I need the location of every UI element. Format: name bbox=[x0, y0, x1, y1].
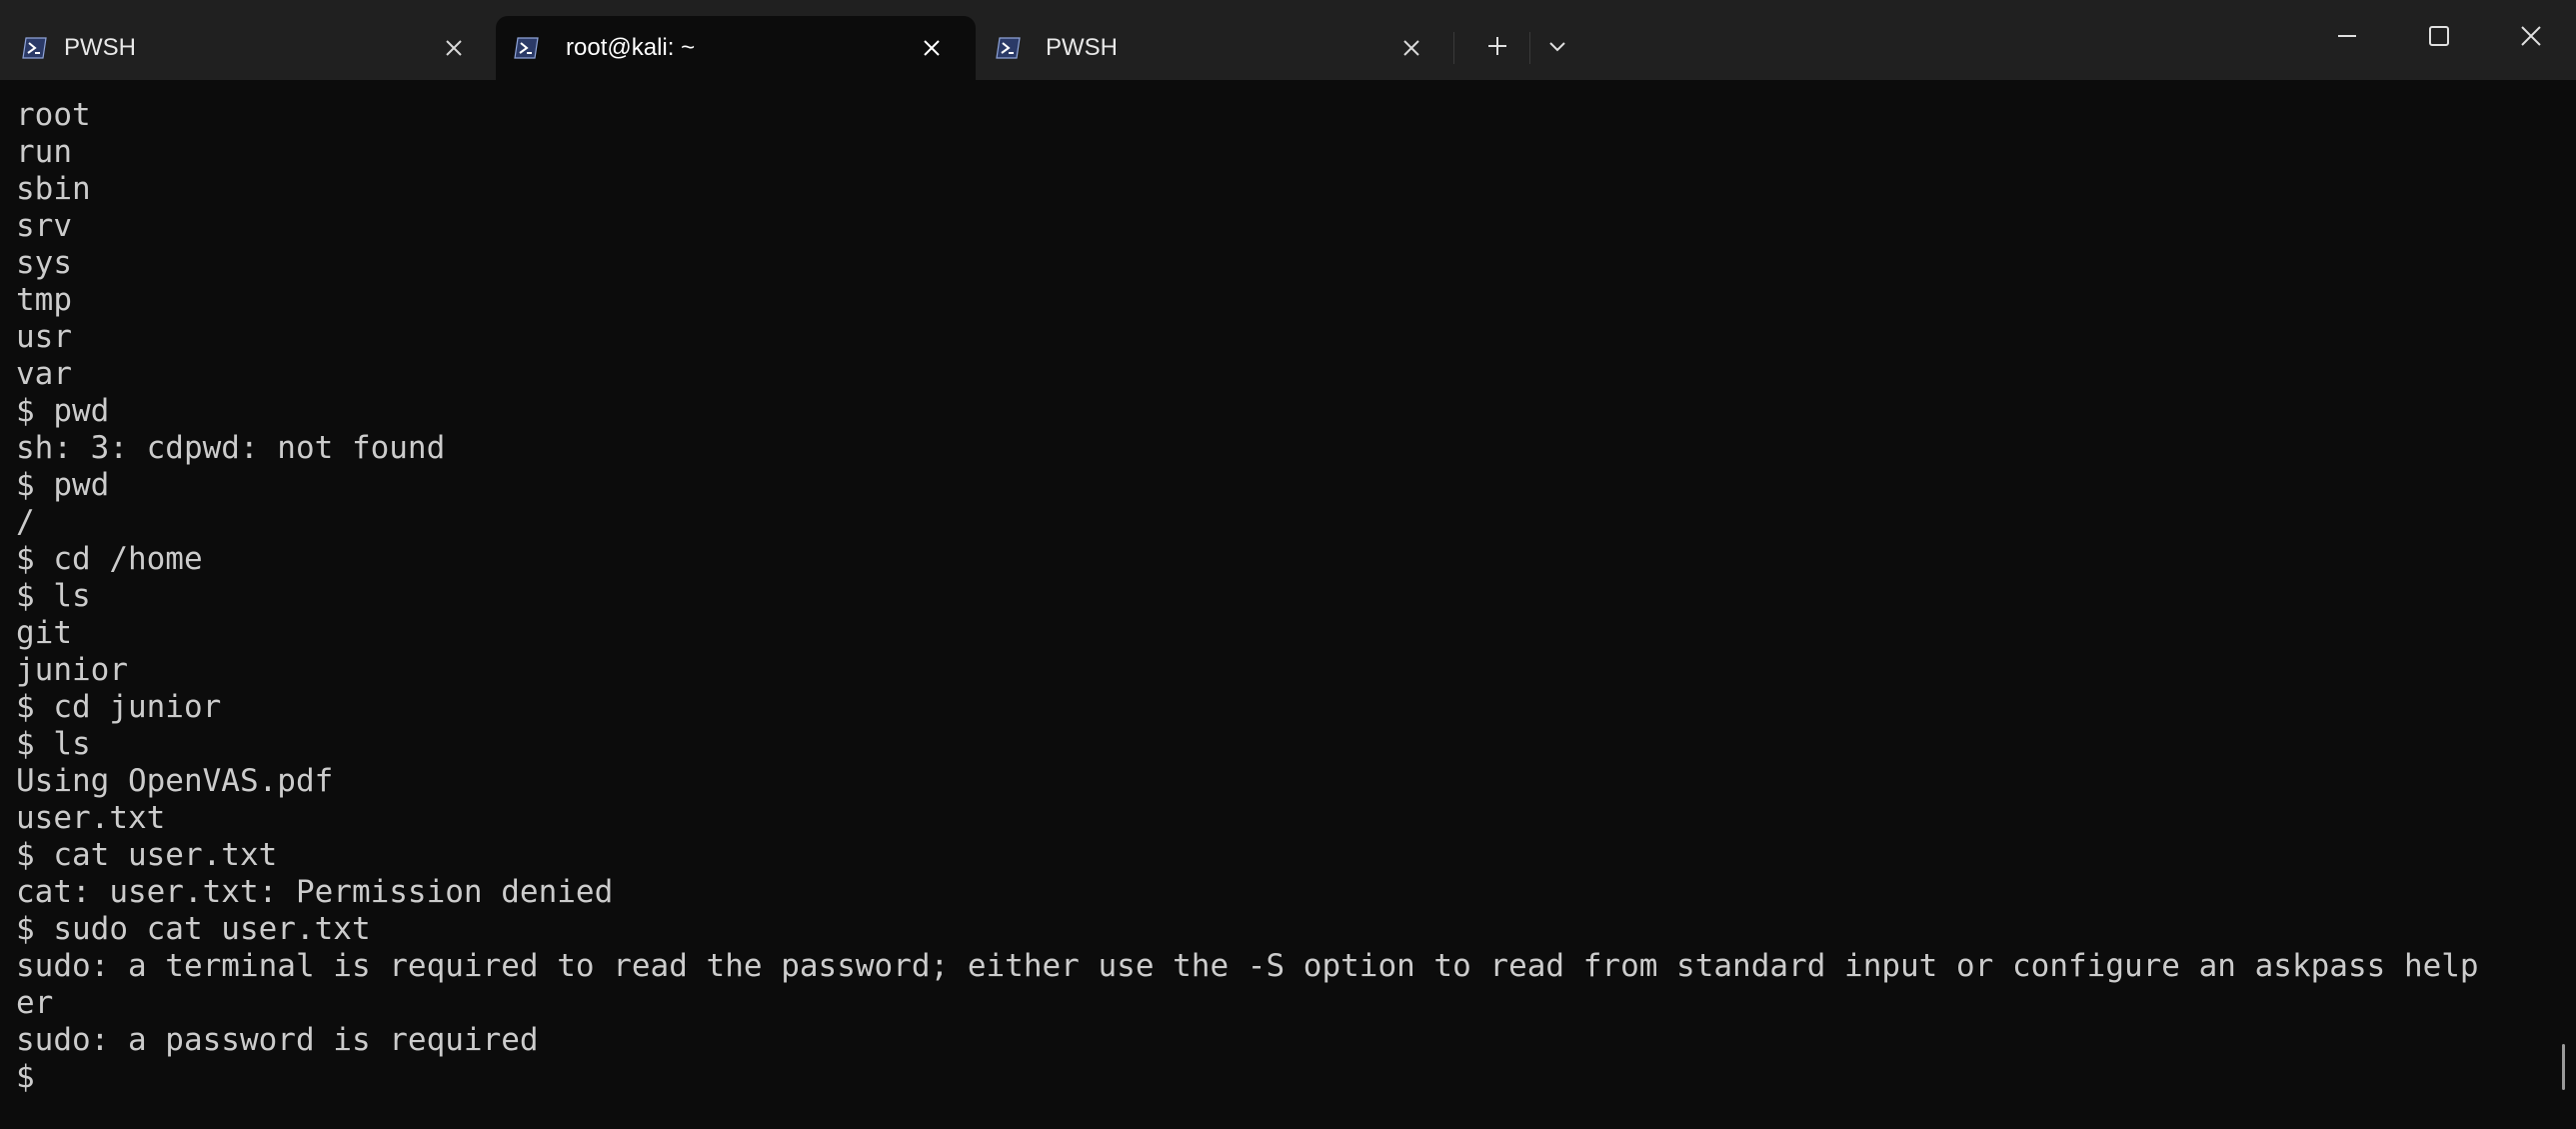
terminal-lines: root run sbin srv sys tmp usr var $ pwd sh: 3: cd… bbox=[16, 97, 2479, 1096]
terminal-line: var bbox=[16, 356, 72, 392]
tab-pwsh-2[interactable]: PWSH bbox=[980, 16, 1449, 80]
terminal-line: usr bbox=[16, 319, 72, 355]
terminal-line: / bbox=[16, 504, 35, 540]
plus-icon bbox=[1485, 34, 1509, 62]
terminal-line: srv bbox=[16, 208, 72, 244]
tab-dropdown-button[interactable] bbox=[1537, 28, 1577, 68]
terminal-window: PWSH root@kali: ~ PWSH root run sbin srv… bbox=[0, 0, 2576, 1129]
terminal-line: $ ls bbox=[16, 726, 91, 762]
close-icon[interactable] bbox=[920, 36, 944, 60]
close-icon[interactable] bbox=[442, 36, 466, 60]
window-close-icon bbox=[2519, 24, 2543, 52]
terminal-output[interactable]: root run sbin srv sys tmp usr var $ pwd sh: 3: cd… bbox=[0, 80, 2576, 1129]
close-icon[interactable] bbox=[1399, 36, 1423, 60]
chevron-down-icon bbox=[1546, 35, 1568, 61]
maximize-icon bbox=[2427, 24, 2451, 52]
terminal-line: $ pwd bbox=[16, 467, 110, 503]
terminal-line: $ sudo cat user.txt bbox=[16, 911, 371, 947]
terminal-line: cat: user.txt: Permission denied bbox=[16, 874, 614, 910]
terminal-line: junior bbox=[16, 652, 128, 688]
terminal-line: tmp bbox=[16, 282, 72, 318]
terminal-line: $ bbox=[16, 1059, 35, 1095]
tab-label: PWSH bbox=[1046, 34, 1118, 61]
terminal-line: user.txt bbox=[16, 800, 166, 836]
powershell-icon bbox=[22, 36, 48, 60]
terminal-line: er bbox=[16, 985, 54, 1021]
tab-pwsh-1[interactable]: PWSH bbox=[0, 16, 300, 80]
terminal-line: run bbox=[16, 134, 72, 170]
minimize-icon bbox=[2335, 24, 2359, 52]
terminal-line: sbin bbox=[16, 171, 91, 207]
terminal-line: $ cd /home bbox=[16, 541, 203, 577]
terminal-line: $ pwd bbox=[16, 393, 110, 429]
title-bar: PWSH root@kali: ~ PWSH bbox=[0, 0, 2576, 80]
terminal-line: git bbox=[16, 615, 72, 651]
maximize-button[interactable] bbox=[2393, 0, 2485, 76]
powershell-icon bbox=[996, 36, 1022, 60]
terminal-line: sudo: a password is required bbox=[16, 1022, 539, 1058]
terminal-line: $ cat user.txt bbox=[16, 837, 278, 873]
terminal-line: sudo: a terminal is required to read the… bbox=[16, 948, 2479, 984]
terminal-line: root bbox=[16, 97, 91, 133]
scrollbar-thumb[interactable] bbox=[2562, 1044, 2565, 1090]
tab-divider bbox=[1529, 32, 1530, 64]
tab-root-kali[interactable]: root@kali: ~ bbox=[496, 16, 976, 80]
window-close-button[interactable] bbox=[2485, 0, 2576, 76]
tab-label: root@kali: ~ bbox=[566, 34, 696, 61]
terminal-line: $ ls bbox=[16, 578, 91, 614]
terminal-line: sh: 3: cdpwd: not found bbox=[16, 430, 446, 466]
terminal-line: sys bbox=[16, 245, 72, 281]
new-tab-button[interactable] bbox=[1477, 28, 1517, 68]
terminal-line: Using OpenVAS.pdf bbox=[16, 763, 334, 799]
terminal-line: $ cd junior bbox=[16, 689, 222, 725]
tab-label: PWSH bbox=[64, 34, 136, 61]
powershell-icon bbox=[514, 36, 540, 60]
tab-divider bbox=[1453, 32, 1454, 64]
minimize-button[interactable] bbox=[2301, 0, 2393, 76]
